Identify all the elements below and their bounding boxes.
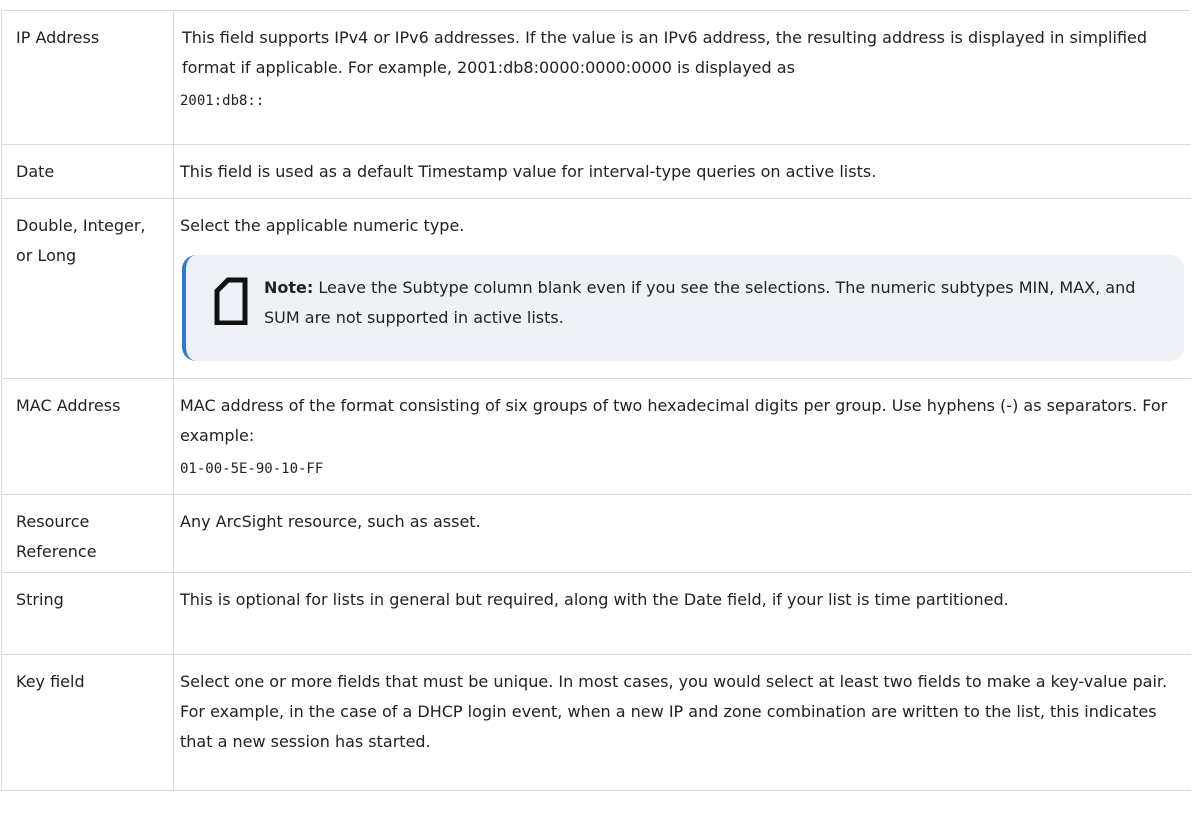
table-row: Resource Reference Any ArcSight resource… [1, 494, 1191, 573]
field-types-table: IP Address This field supports IPv4 or I… [1, 10, 1191, 791]
row-description: Select the applicable numeric type. [180, 216, 465, 235]
table-row: Key field Select one or more fields that… [1, 654, 1191, 791]
note-page-icon [214, 277, 248, 325]
row-label: IP Address [1, 10, 174, 145]
row-description: MAC address of the format consisting of … [180, 396, 1168, 445]
row-description-cell: MAC address of the format consisting of … [173, 378, 1191, 495]
table-row: String This is optional for lists in gen… [1, 572, 1191, 655]
table-row: Date This field is used as a default Tim… [1, 144, 1191, 199]
row-label: String [1, 572, 174, 655]
note-callout: Note: Leave the Subtype column blank eve… [182, 255, 1184, 361]
row-label: Double, Integer, or Long [1, 198, 174, 379]
code-example: 01-00-5E-90-10-FF [180, 461, 324, 477]
row-description: This field supports IPv4 or IPv6 address… [182, 28, 1148, 77]
row-label: Date [1, 144, 174, 199]
code-example: 2001:db8:: [180, 93, 265, 109]
row-label: Key field [1, 654, 174, 791]
note-label: Note: [264, 278, 314, 297]
row-label: Resource Reference [1, 494, 174, 573]
row-description: This field is used as a default Timestam… [173, 144, 1191, 199]
row-label: MAC Address [1, 378, 174, 495]
row-description-cell: Select the applicable numeric type. Note… [173, 198, 1191, 379]
row-description-cell: This field supports IPv4 or IPv6 address… [173, 10, 1191, 145]
note-text: Leave the Subtype column blank even if y… [264, 278, 1136, 327]
row-description: This is optional for lists in general bu… [173, 572, 1191, 655]
row-description: Select one or more fields that must be u… [173, 654, 1191, 791]
table-row: IP Address This field supports IPv4 or I… [1, 10, 1191, 145]
table-row: MAC Address MAC address of the format co… [1, 378, 1191, 495]
table-row: Double, Integer, or Long Select the appl… [1, 198, 1191, 379]
row-description: Any ArcSight resource, such as asset. [173, 494, 1191, 573]
